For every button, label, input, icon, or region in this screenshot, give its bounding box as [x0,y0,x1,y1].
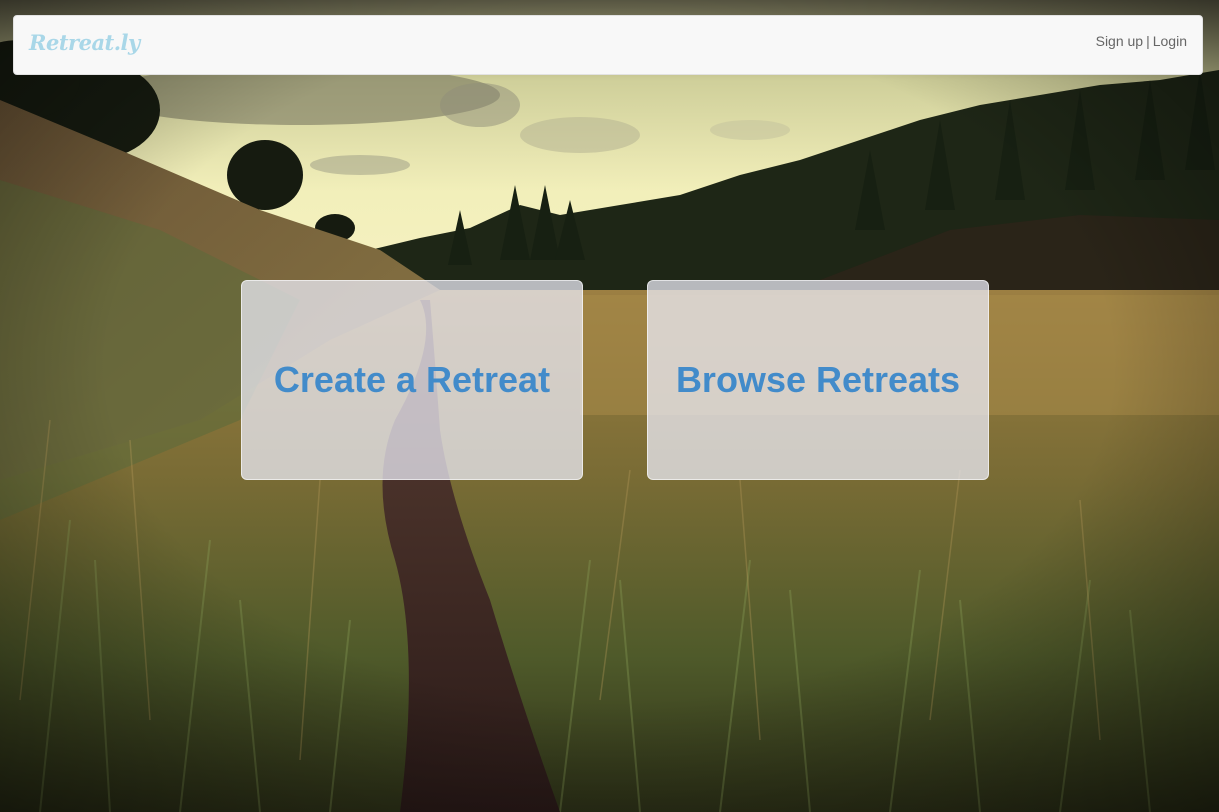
meadow-trail-image [0,0,1219,812]
top-navbar: Retreat.ly Sign up | Login [13,15,1203,75]
auth-separator: | [1146,33,1150,49]
brand-logo-link[interactable]: Retreat.ly [29,30,140,55]
login-link[interactable]: Login [1153,33,1187,49]
create-retreat-button[interactable]: Create a Retreat [241,280,583,480]
browse-retreats-button[interactable]: Browse Retreats [647,280,989,480]
signup-link[interactable]: Sign up [1096,33,1143,49]
create-retreat-label: Create a Retreat [273,359,551,400]
auth-links: Sign up | Login [1096,33,1187,49]
background-photo [0,0,1219,812]
browse-retreats-label: Browse Retreats [675,359,961,400]
